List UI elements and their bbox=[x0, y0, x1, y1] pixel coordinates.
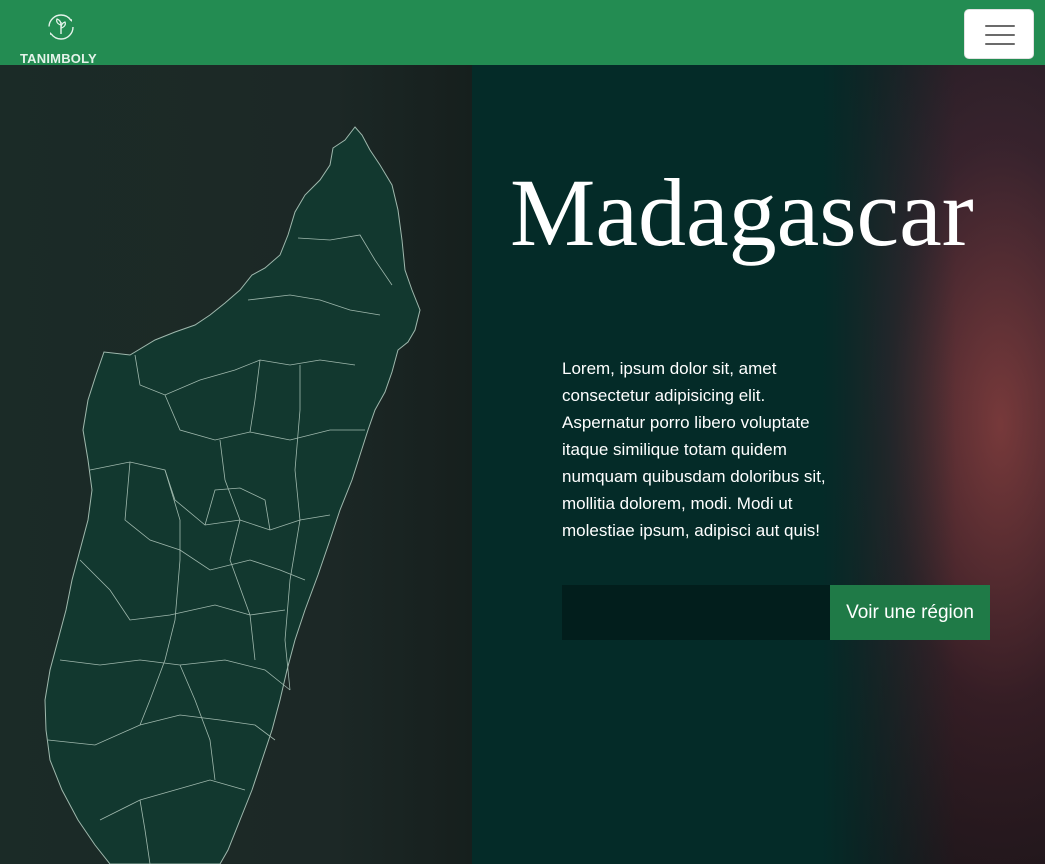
hamburger-menu-icon bbox=[985, 25, 1015, 27]
menu-toggle-button[interactable] bbox=[964, 9, 1034, 59]
view-region-button[interactable]: Voir une région bbox=[830, 585, 990, 640]
region-input[interactable] bbox=[562, 585, 830, 640]
map-panel bbox=[0, 65, 472, 864]
brand-name: TANIMBOLY bbox=[20, 51, 97, 66]
navbar: TANIMBOLY bbox=[0, 0, 1045, 66]
hero-description: Lorem, ipsum dolor sit, amet consectetur… bbox=[562, 359, 826, 540]
hero-panel: Madagascar Lorem, ipsum dolor sit, amet … bbox=[472, 65, 1045, 864]
brand[interactable]: TANIMBOLY bbox=[20, 8, 100, 66]
madagascar-map[interactable] bbox=[0, 65, 472, 864]
page-title: Madagascar bbox=[510, 159, 974, 266]
madagascar-outline[interactable] bbox=[44, 126, 421, 864]
sprout-cycle-icon bbox=[48, 14, 74, 40]
